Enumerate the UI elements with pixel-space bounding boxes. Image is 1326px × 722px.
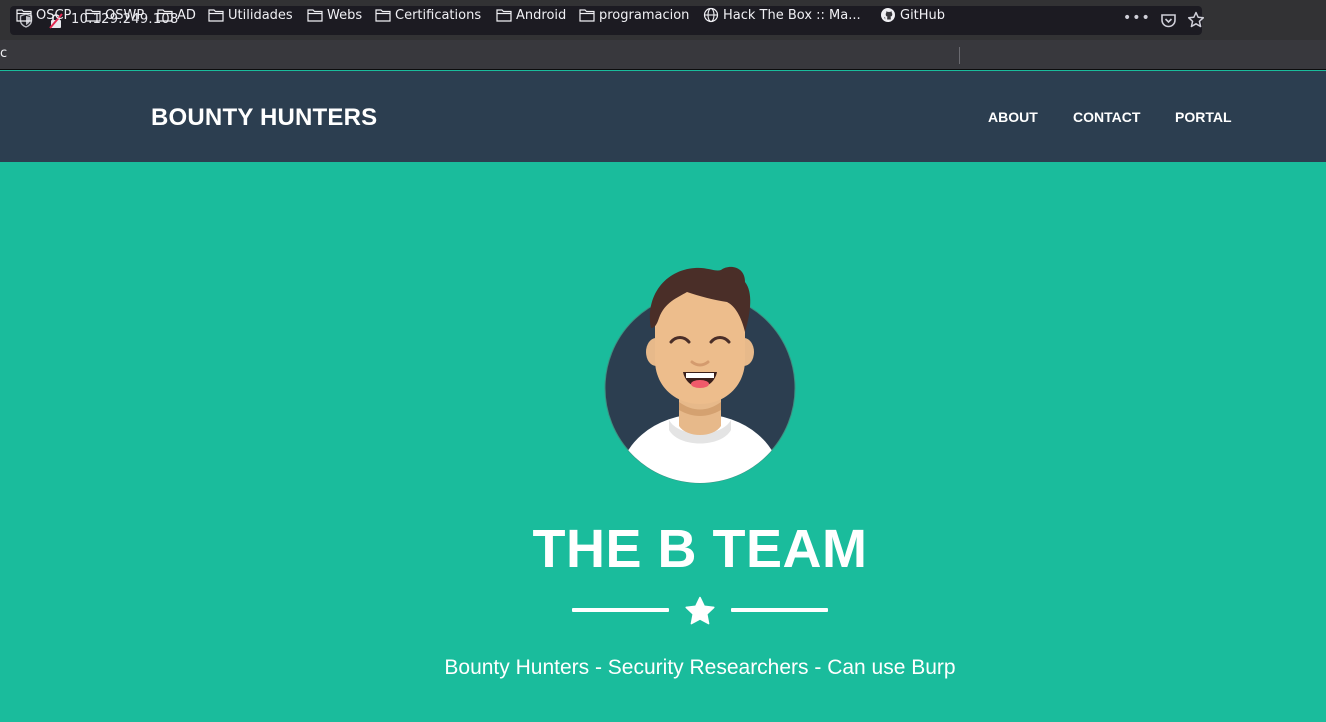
folder-icon <box>496 9 512 22</box>
nav-about[interactable]: ABOUT <box>988 109 1038 125</box>
nav-portal[interactable]: PORTAL <box>1175 109 1232 125</box>
globe-icon <box>703 7 719 23</box>
bookmarks-separator <box>959 47 960 64</box>
bookmark-label: Hack The Box :: Ma... <box>723 7 861 23</box>
folder-icon <box>579 9 595 22</box>
bookmark-oscp[interactable]: OSCP <box>16 6 71 24</box>
bookmark-label: Certifications <box>395 7 482 23</box>
bookmark-label: Webs <box>327 7 363 23</box>
folder-icon <box>16 9 32 22</box>
folder-icon <box>375 9 391 22</box>
star-icon <box>685 596 715 625</box>
star-outline-icon[interactable] <box>1187 11 1205 29</box>
nav-contact[interactable]: CONTACT <box>1073 109 1140 125</box>
bookmark-oswp[interactable]: OSWP <box>85 6 144 24</box>
bookmark-label: Utilidades <box>228 7 293 23</box>
bookmark-label: programacion <box>599 7 690 23</box>
bookmark-ad[interactable]: AD <box>157 6 196 24</box>
bookmark-utilidades[interactable]: Utilidades <box>208 6 293 24</box>
folder-icon <box>208 9 224 22</box>
bookmark-label: Android <box>516 7 567 23</box>
bookmark-overflow[interactable]: c <box>0 46 7 61</box>
pocket-icon[interactable] <box>1160 12 1177 29</box>
bookmark-certifications[interactable]: Certifications <box>375 6 481 24</box>
divider-line-left <box>572 608 669 612</box>
bookmark-programacion[interactable]: programacion <box>579 6 689 24</box>
folder-icon <box>157 9 173 22</box>
brand-link[interactable]: BOUNTY HUNTERS <box>151 104 377 132</box>
bookmark-label: AD <box>177 7 196 23</box>
bookmark-label: OSWP <box>105 7 145 23</box>
site-navbar: BOUNTY HUNTERS ABOUT CONTACT PORTAL <box>0 71 1326 162</box>
bookmark-webs[interactable]: Webs <box>307 6 362 24</box>
bookmark-hack-the-box[interactable]: Hack The Box :: Ma... <box>703 6 861 24</box>
bookmark-label: GitHub <box>900 7 946 23</box>
avatar-illustration <box>604 266 796 484</box>
masthead-heading: THE B TEAM <box>532 519 868 579</box>
bookmarks-toolbar <box>0 40 1326 70</box>
masthead-tagline: Bounty Hunters - Security Researchers - … <box>444 656 956 679</box>
bookmark-github[interactable]: GitHub <box>880 6 945 24</box>
folder-icon <box>85 9 101 22</box>
folder-icon <box>307 9 323 22</box>
more-dots-icon[interactable]: ••• <box>1123 10 1151 26</box>
divider-line-right <box>731 608 828 612</box>
github-icon <box>881 8 895 22</box>
browser-chrome: 10.129.249.108 ••• c OSCP OSWP AD Utilid… <box>0 0 1326 70</box>
bookmark-label: OSCP <box>36 7 72 23</box>
bookmark-android[interactable]: Android <box>496 6 566 24</box>
